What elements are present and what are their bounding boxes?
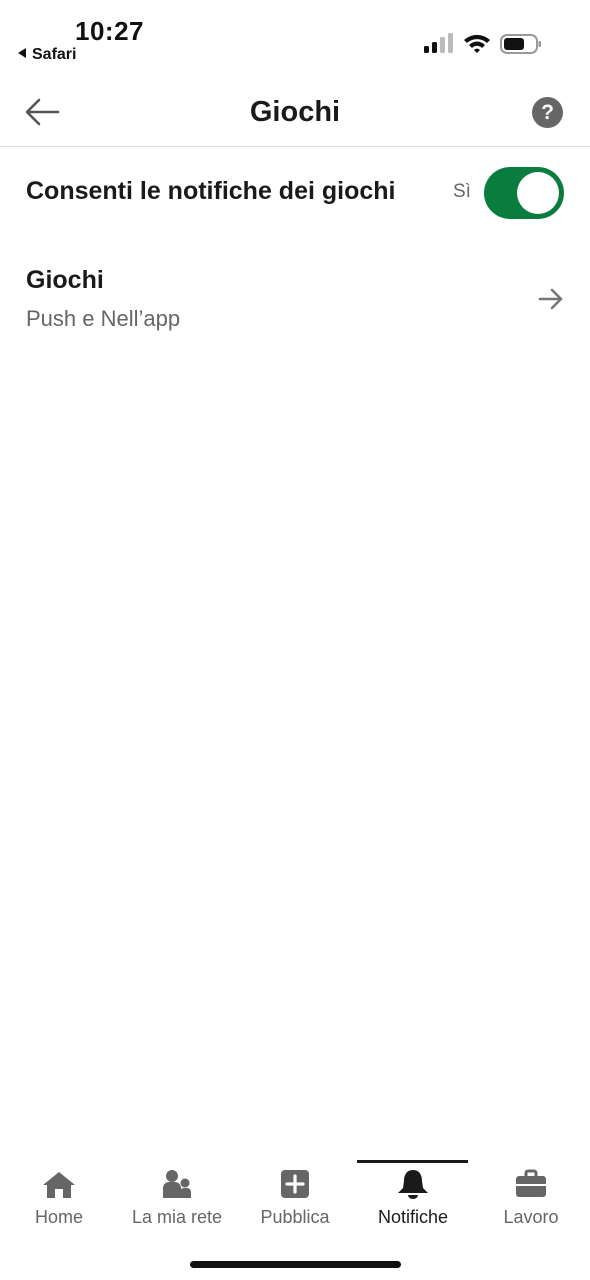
toggle-label: Consenti le notifiche dei giochi: [26, 177, 396, 205]
plus-square-icon: [281, 1170, 309, 1198]
tab-label: Notifiche: [377, 1207, 449, 1227]
status-bar: 10:27 Safari: [0, 0, 590, 80]
people-icon: [163, 1170, 191, 1198]
tab-network[interactable]: La mia rete: [118, 1160, 236, 1240]
back-to-app-link[interactable]: Safari: [18, 46, 76, 64]
game-notifications-setting: Consenti le notifiche dei giochi Sì: [0, 147, 590, 239]
games-settings-item[interactable]: Giochi Push e Nell’app: [0, 248, 590, 348]
nav-item-title: Giochi: [26, 266, 104, 294]
wifi-icon: [464, 34, 490, 53]
arrow-right-icon: [538, 288, 563, 310]
back-app-label: Safari: [32, 46, 77, 63]
home-indicator: [190, 1261, 401, 1268]
bottom-tab-bar: Home La mia rete Pubblica Notifiche Lavo…: [0, 1160, 590, 1240]
page-title: Giochi: [249, 96, 341, 128]
tab-notifications[interactable]: Notifiche: [354, 1160, 472, 1240]
back-triangle-icon: [18, 48, 26, 58]
bell-icon: [398, 1170, 428, 1199]
home-icon: [43, 1172, 75, 1198]
tab-home[interactable]: Home: [0, 1160, 118, 1240]
tab-jobs[interactable]: Lavoro: [472, 1160, 590, 1240]
header-bar: Giochi ?: [0, 80, 590, 147]
tab-label: Lavoro: [503, 1207, 559, 1227]
game-notifications-toggle[interactable]: [484, 167, 564, 219]
briefcase-icon: [516, 1169, 546, 1197]
tab-post[interactable]: Pubblica: [236, 1160, 354, 1240]
help-icon[interactable]: ?: [532, 97, 563, 128]
tab-label: Home: [34, 1207, 83, 1227]
status-time: 10:27: [75, 16, 144, 46]
battery-icon: [500, 34, 541, 54]
tab-label: Pubblica: [260, 1207, 330, 1227]
nav-item-subtitle: Push e Nell’app: [26, 306, 181, 331]
toggle-knob: [517, 172, 559, 214]
cellular-signal-icon: [424, 33, 453, 53]
tab-label: La mia rete: [131, 1207, 223, 1227]
toggle-state-text: Sì: [453, 181, 471, 202]
